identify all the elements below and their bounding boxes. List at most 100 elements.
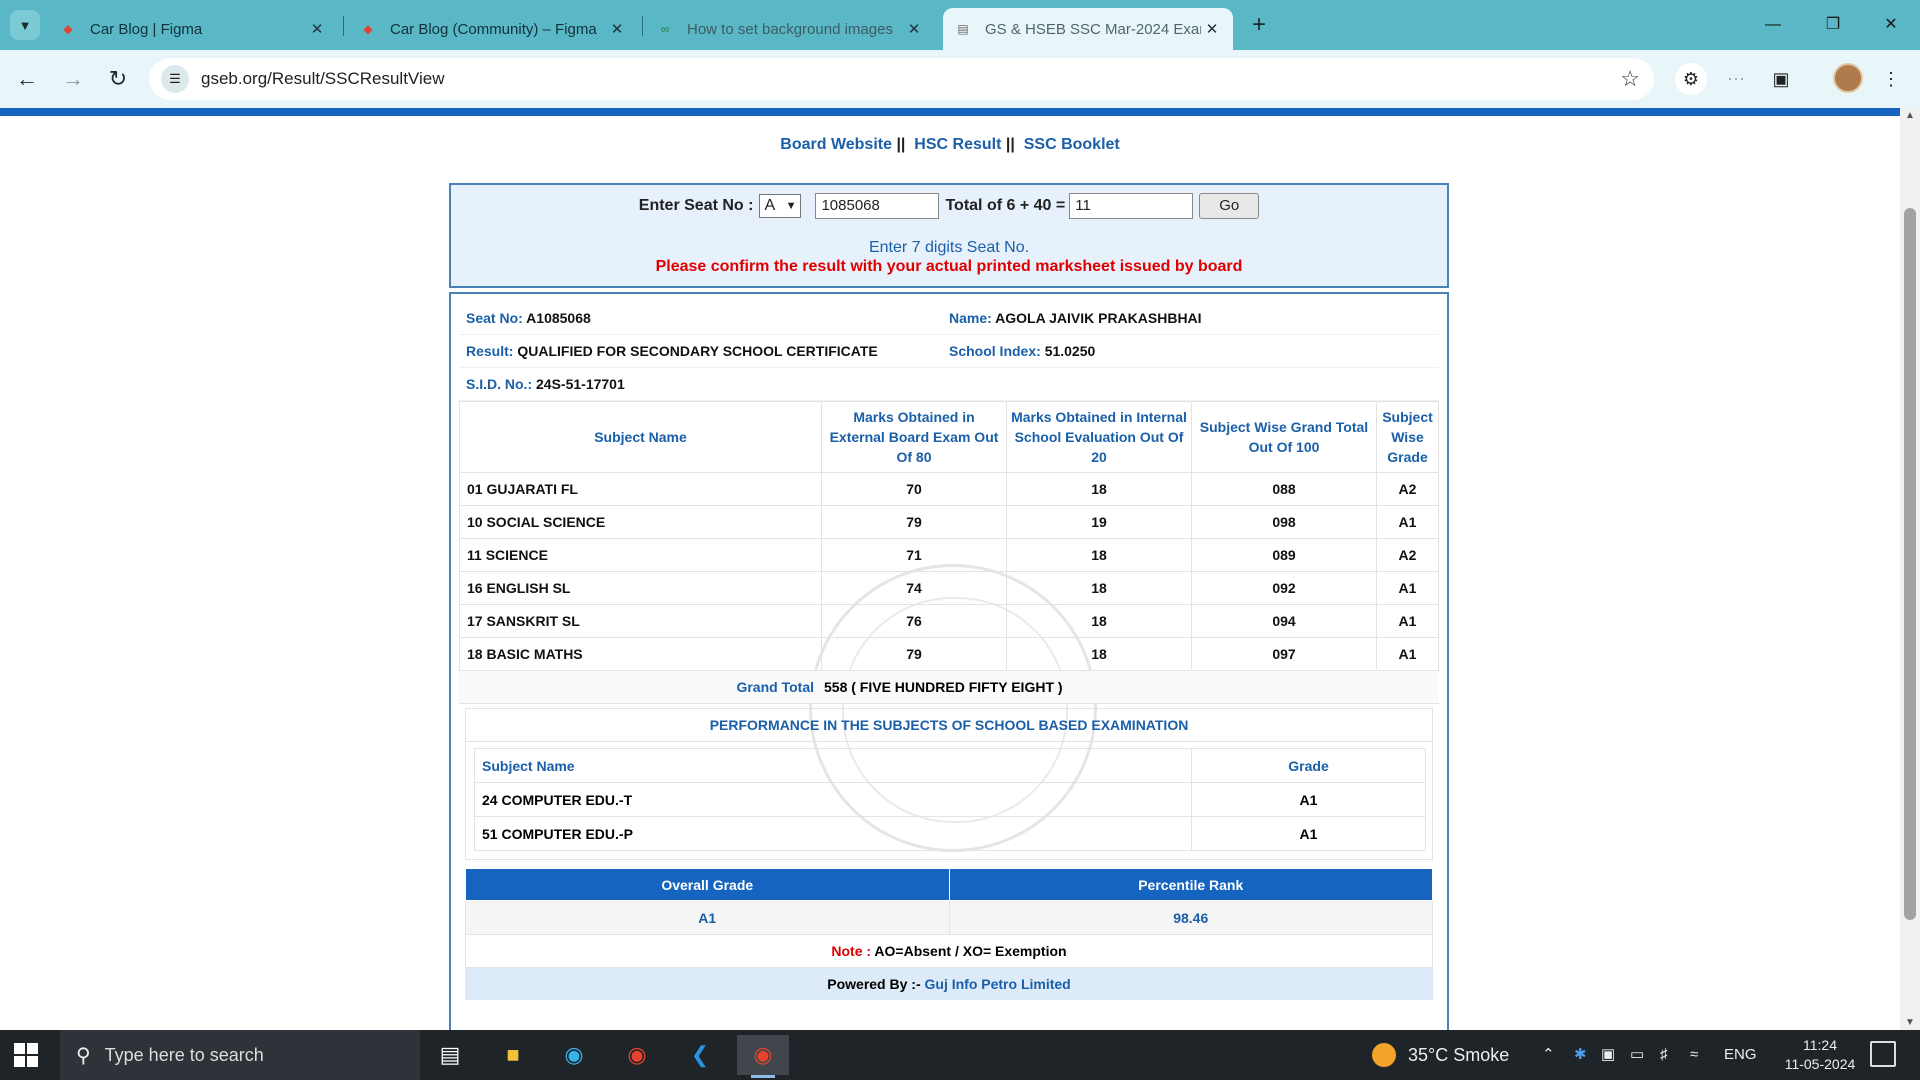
col-external-marks: Marks Obtained in External Board Exam Ou…	[821, 401, 1007, 473]
scroll-up-arrow[interactable]: ▲	[1900, 110, 1920, 121]
external-cell: 76	[821, 604, 1007, 638]
close-window-button[interactable]: ✕	[1866, 8, 1916, 42]
table-row: 18 BASIC MATHS 79 18 097 A1	[459, 637, 1439, 671]
chrome-icon[interactable]: ◉	[611, 1035, 663, 1075]
close-icon[interactable]: ✕	[903, 20, 925, 38]
sid-value: 24S-51-17701	[536, 376, 625, 392]
info-row: S.I.D. No.: 24S-51-17701	[459, 368, 1439, 401]
show-hidden-icons[interactable]: ⌃	[1542, 1030, 1555, 1080]
profile-avatar[interactable]	[1833, 63, 1863, 93]
vscode-icon[interactable]: ❮	[674, 1035, 726, 1075]
weather-widget[interactable]: 35°C Smoke	[1372, 1030, 1509, 1080]
result-panel: Seat No: A1085068 Name: AGOLA JAIVIK PRA…	[449, 292, 1449, 1030]
grade-cell: A2	[1376, 538, 1439, 572]
tab-car-blog-figma[interactable]: ◆ Car Blog | Figma ✕	[48, 8, 338, 50]
internal-cell: 18	[1006, 472, 1192, 506]
school-index-value: 51.0250	[1044, 343, 1096, 359]
restore-button[interactable]: ❐	[1808, 8, 1858, 42]
windows-start-button[interactable]	[14, 1043, 38, 1067]
table-row: 11 SCIENCE 71 18 089 A2	[459, 538, 1439, 572]
info-row: Seat No: A1085068 Name: AGOLA JAIVIK PRA…	[459, 302, 1439, 335]
total-cell: 092	[1191, 571, 1377, 605]
taskbar-clock[interactable]: 11:24 11-05-2024	[1770, 1036, 1870, 1074]
hsc-result-link[interactable]: HSC Result	[914, 136, 1001, 153]
forward-button[interactable]: →	[56, 62, 90, 96]
scroll-thumb[interactable]	[1904, 208, 1916, 920]
seat-series-select[interactable]: A ▼	[759, 194, 802, 218]
info-row: Result: QUALIFIED FOR SECONDARY SCHOOL C…	[459, 335, 1439, 368]
tab-background-images[interactable]: ∞ How to set background images ✕	[645, 8, 935, 50]
tab-gseb-result[interactable]: ▤ GS & HSEB SSC Mar-2024 Exam ✕	[943, 8, 1233, 50]
ssc-booklet-link[interactable]: SSC Booklet	[1024, 136, 1120, 153]
extension-icon[interactable]: ⚙	[1675, 63, 1707, 95]
taskbar-search-box[interactable]: ⚲ Type here to search	[60, 1030, 420, 1080]
confirm-warning: Please confirm the result with your actu…	[655, 258, 1243, 275]
scroll-down-arrow[interactable]: ▼	[1900, 1017, 1920, 1028]
name-value: AGOLA JAIVIK PRAKASHBHAI	[995, 310, 1202, 326]
close-icon[interactable]: ✕	[1201, 20, 1223, 38]
meet-now-icon[interactable]: ▣	[1601, 1030, 1615, 1080]
col-grand-total: Subject Wise Grand Total Out Of 100	[1191, 401, 1377, 473]
name-label: Name:	[949, 310, 992, 326]
notification-center-icon[interactable]	[1870, 1041, 1896, 1067]
grade-cell: A1	[1376, 637, 1439, 671]
reload-button[interactable]: ↻	[101, 62, 135, 96]
tab-search-button[interactable]: ▼	[10, 10, 40, 40]
chevron-down-icon: ▼	[785, 200, 797, 212]
tab-car-blog-community[interactable]: ◆ Car Blog (Community) – Figma ✕	[348, 8, 638, 50]
address-bar[interactable]: ☰ gseb.org/Result/SSCResultView ☆	[149, 58, 1654, 100]
note-text: AO=Absent / XO= Exemption	[871, 943, 1067, 959]
total-cell: 088	[1191, 472, 1377, 506]
subject-cell: 01 GUJARATI FL	[459, 472, 822, 506]
page-scrollbar[interactable]: ▲ ▼	[1900, 108, 1920, 1030]
back-button[interactable]: ←	[10, 62, 44, 96]
tab-strip: ▼ ◆ Car Blog | Figma ✕ ◆ Car Blog (Commu…	[0, 0, 1920, 50]
school-based-heading: PERFORMANCE IN THE SUBJECTS OF SCHOOL BA…	[466, 709, 1432, 742]
windows-taskbar: ⚲ Type here to search ▤ ■ ◉ ◉ ❮ ◉ 35°C S…	[0, 1030, 1920, 1080]
grade-cell: A1	[1191, 816, 1426, 851]
search-icon: ⚲	[76, 1044, 91, 1067]
wifi-icon[interactable]: ≈	[1690, 1030, 1698, 1080]
volume-icon[interactable]: ♯	[1660, 1030, 1668, 1080]
menu-kebab-icon[interactable]: ⋮	[1875, 63, 1907, 95]
top-links: Board Website || HSC Result || SSC Bookl…	[0, 136, 1900, 154]
tab-separator	[343, 16, 344, 36]
extensions-puzzle-icon[interactable]: ▣	[1765, 63, 1797, 95]
overall-grade-table: Overall Grade Percentile Rank A1 98.46	[465, 868, 1433, 935]
school-based-panel: PERFORMANCE IN THE SUBJECTS OF SCHOOL BA…	[465, 708, 1433, 860]
new-tab-button[interactable]: +	[1244, 10, 1274, 40]
link-separator: ||	[896, 136, 906, 153]
bluetooth-icon[interactable]: ✱	[1574, 1030, 1587, 1080]
site-settings-icon[interactable]: ☰	[161, 65, 189, 93]
col-grade: Grade	[1191, 748, 1426, 783]
weather-icon	[1372, 1043, 1396, 1067]
close-icon[interactable]: ✕	[606, 20, 628, 38]
task-view-icon[interactable]: ▤	[424, 1035, 476, 1075]
seat-hint: Enter 7 digits Seat No.	[868, 239, 1030, 256]
close-icon[interactable]: ✕	[306, 20, 328, 38]
bookmark-star-icon[interactable]: ☆	[1620, 66, 1640, 92]
language-indicator[interactable]: ENG	[1724, 1030, 1757, 1080]
grade-cell: A2	[1376, 472, 1439, 506]
file-explorer-icon[interactable]: ■	[487, 1035, 539, 1075]
powered-company-link[interactable]: Guj Info Petro Limited	[925, 976, 1071, 992]
clock-time: 11:24	[1803, 1037, 1837, 1053]
col-subject-name: Subject Name	[459, 401, 822, 473]
captcha-input[interactable]: 11	[1069, 193, 1194, 219]
chrome-active-icon[interactable]: ◉	[737, 1035, 789, 1078]
edge-icon[interactable]: ◉	[548, 1035, 600, 1075]
battery-icon[interactable]: ▭	[1630, 1030, 1644, 1080]
powered-label: Powered By :-	[827, 976, 925, 992]
board-website-link[interactable]: Board Website	[780, 136, 892, 153]
figma-icon: ◆	[363, 22, 373, 36]
seat-number-input[interactable]: 1085068	[815, 193, 940, 219]
external-cell: 74	[821, 571, 1007, 605]
go-button[interactable]: Go	[1199, 193, 1260, 219]
external-cell: 70	[821, 472, 1007, 506]
subject-cell: 17 SANSKRIT SL	[459, 604, 822, 638]
result-label: Result:	[466, 343, 514, 359]
minimize-button[interactable]: —	[1748, 8, 1798, 42]
subject-cell: 11 SCIENCE	[459, 538, 822, 572]
search-placeholder: Type here to search	[104, 1044, 264, 1065]
subject-cell: 18 BASIC MATHS	[459, 637, 822, 671]
